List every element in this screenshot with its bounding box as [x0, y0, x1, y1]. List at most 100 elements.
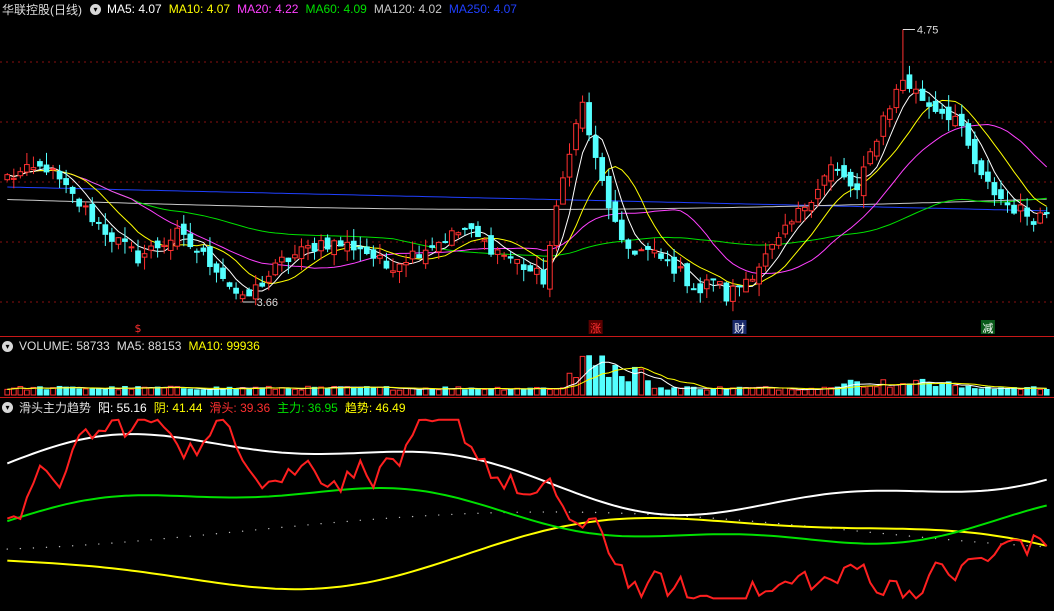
- trend-dot: [947, 538, 950, 541]
- volume-bar: [76, 388, 83, 396]
- volume-bar: [965, 385, 972, 396]
- candle-body: [82, 205, 89, 208]
- ma250-line: [7, 186, 1047, 212]
- candle-body: [1024, 207, 1030, 217]
- candlestick-chart[interactable]: 4.75 3.66 $ 涨 财 减: [0, 0, 1054, 336]
- candle-body: [475, 225, 481, 238]
- ma60-line: [7, 169, 1047, 257]
- volume-bar: [782, 387, 789, 396]
- low-price-label: 3.66: [257, 297, 278, 309]
- ma-legend-items: MA5: 4.07 MA10: 4.07 MA20: 4.22 MA60: 4.09 M…: [107, 2, 524, 16]
- volume-bar: [207, 389, 213, 396]
- trend-dot: [19, 547, 22, 550]
- trend-dot: [372, 518, 375, 521]
- volume-bar: [697, 389, 704, 396]
- trend-dot: [281, 526, 283, 529]
- trend-dot: [294, 525, 296, 527]
- yin-line: [7, 517, 1047, 591]
- volume-bar: [801, 389, 808, 396]
- trend-dot: [764, 521, 767, 524]
- volume-bar: [180, 388, 187, 396]
- event-marker: 涨: [590, 322, 601, 335]
- candle-body: [821, 175, 828, 186]
- candle-body: [24, 164, 30, 173]
- candle-body: [207, 246, 213, 267]
- trend-dot: [974, 541, 976, 543]
- trend-dot: [621, 512, 623, 514]
- volume-bar: [507, 388, 514, 396]
- candle-body: [1043, 212, 1050, 215]
- volume-bar: [703, 389, 710, 396]
- candle-body: [246, 289, 253, 297]
- candle-body: [468, 223, 475, 230]
- trend-dot: [124, 541, 126, 543]
- candle-body: [978, 160, 985, 176]
- trend-dot: [490, 512, 492, 514]
- candle-body: [769, 244, 776, 250]
- candle-body: [671, 256, 677, 274]
- volume-bar: [462, 389, 468, 396]
- volume-bar: [880, 379, 887, 396]
- candle-body: [971, 138, 978, 165]
- trend-dot: [71, 545, 74, 547]
- volume-bar: [1017, 388, 1024, 396]
- price-panel[interactable]: 华联控股(日线) ▾ MA5: 4.07 MA10: 4.07 MA20: 4.22…: [0, 0, 1054, 336]
- chevron-down-icon[interactable]: ▾: [2, 340, 13, 352]
- volume-bar: [416, 389, 422, 396]
- candle-body: [350, 240, 357, 251]
- indicator-chart[interactable]: [0, 398, 1054, 611]
- candle-body: [723, 282, 730, 302]
- trend-dot: [1026, 545, 1028, 547]
- trend-dot: [333, 521, 335, 524]
- trend-dot: [555, 511, 558, 513]
- volume-bar: [520, 388, 527, 396]
- volume-bar: [906, 383, 913, 396]
- trend-dot: [137, 540, 139, 542]
- volume-bar: [246, 388, 253, 396]
- volume-bar: [305, 385, 311, 396]
- indicator-legend-item: 主力: 36.95: [277, 400, 338, 415]
- volume-bar: [1004, 388, 1011, 396]
- trend-dot: [359, 519, 361, 522]
- volume-legend-item: MA10: 99936: [188, 339, 260, 353]
- trend-dot: [189, 535, 192, 537]
- candle-body: [998, 189, 1004, 200]
- trend-dot: [85, 544, 87, 546]
- trend-dot: [647, 513, 649, 516]
- candle-body: [540, 269, 547, 285]
- candle-body: [913, 88, 919, 94]
- volume-legend: ▾ VOLUME: 58733 MA5: 88153 MA10: 99936: [0, 337, 273, 355]
- volume-bar: [710, 388, 717, 396]
- candle-body: [645, 246, 651, 250]
- trend-dot: [856, 530, 858, 532]
- volume-bar: [625, 381, 632, 396]
- volume-bar: [95, 388, 102, 396]
- volume-bar: [475, 388, 481, 396]
- volume-bar: [390, 389, 396, 396]
- trend-dot: [751, 520, 754, 523]
- yang-line: [6, 433, 1047, 517]
- trend-dot: [961, 540, 963, 542]
- candle-body: [56, 170, 63, 180]
- indicator-legend-item: 阴: 41.44: [153, 400, 203, 415]
- volume-bar: [370, 386, 377, 396]
- trend-dot: [398, 516, 401, 519]
- candle-body: [194, 250, 200, 253]
- volume-bar: [553, 388, 560, 396]
- candle-body: [756, 266, 762, 285]
- trend-dot: [438, 514, 440, 516]
- candle-body: [76, 198, 83, 207]
- candle-body: [442, 241, 449, 244]
- indicator-legend-item: 滑头主力趋势: [19, 400, 92, 415]
- candle-body: [560, 177, 566, 205]
- volume-panel[interactable]: ▾ VOLUME: 58733 MA5: 88153 MA10: 99936: [0, 337, 1054, 397]
- indicator-panel[interactable]: ▾ 滑头主力趋势 阳: 55.16 阴: 41.44 滑头: 39.36 主力: 36.…: [0, 398, 1054, 611]
- candle-body: [873, 140, 880, 157]
- chevron-down-icon[interactable]: ▾: [2, 401, 13, 413]
- candle-body: [749, 278, 756, 282]
- candle-body: [265, 275, 272, 283]
- chevron-down-icon[interactable]: ▾: [90, 3, 101, 15]
- candle-body: [1030, 221, 1037, 225]
- ma-legend-item: MA250: 4.07: [448, 2, 517, 16]
- trend-dot: [777, 522, 780, 525]
